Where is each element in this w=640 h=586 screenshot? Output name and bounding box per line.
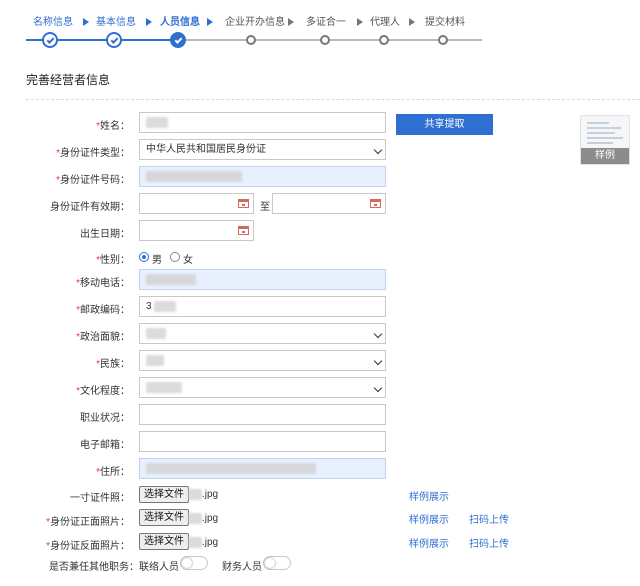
id-validity-end-input[interactable]: [272, 193, 386, 214]
sample-thumbnail[interactable]: 样例: [580, 115, 630, 165]
political-status-label: *政治面貌：: [76, 332, 130, 343]
education-select[interactable]: [139, 377, 386, 398]
liaison-toggle[interactable]: [180, 556, 208, 570]
address-label: *住所：: [96, 467, 130, 478]
step-pending-icon: [320, 35, 330, 45]
id-front-sample-link[interactable]: 样例展示: [409, 511, 449, 526]
step-arrow-icon: [83, 18, 89, 26]
id-front-file-name: .jpg: [188, 513, 218, 524]
id-back-label: *身份证反面照片：: [46, 541, 130, 552]
mobile-input[interactable]: [139, 269, 386, 290]
step-arrow-icon: [207, 18, 213, 26]
photo-1inch-file-name: .jpg: [188, 489, 218, 500]
id-validity-start-input[interactable]: [139, 193, 254, 214]
birth-date-input[interactable]: [139, 220, 254, 241]
id-front-choose-file-button[interactable]: 选择文件: [139, 509, 189, 526]
step-label-agent: 代理人: [370, 17, 400, 28]
birth-date-label: 出生日期：: [80, 229, 130, 240]
share-extract-button[interactable]: 共享提取: [396, 114, 493, 135]
political-status-select[interactable]: [139, 323, 386, 344]
step-arrow-icon: [288, 18, 294, 26]
chevron-down-icon: [373, 356, 383, 366]
ethnicity-label: *民族：: [96, 359, 130, 370]
calendar-icon[interactable]: [370, 199, 381, 208]
step-done-icon: [42, 32, 58, 48]
email-input[interactable]: [139, 431, 386, 452]
id-number-input[interactable]: [139, 166, 386, 187]
step-label-name-info[interactable]: 名称信息: [33, 16, 73, 30]
gender-male-radio[interactable]: [139, 252, 149, 262]
postcode-input[interactable]: 3: [139, 296, 386, 317]
id-number-label: *身份证件号码：: [56, 175, 130, 186]
id-back-file-name: .jpg: [188, 537, 218, 548]
gender-female-label[interactable]: 女: [183, 251, 193, 266]
address-input[interactable]: [139, 458, 386, 479]
id-back-scan-upload-link[interactable]: 扫码上传: [469, 535, 509, 550]
progress-stepper: 名称信息 基本信息 人员信息 企业开办信息 多证合一 代理人 提交材料: [0, 0, 640, 56]
photo-1inch-label: 一寸证件照：: [70, 493, 130, 504]
finance-toggle[interactable]: [263, 556, 291, 570]
id-front-label: *身份证正面照片：: [46, 517, 130, 528]
occupation-label: 职业状况：: [80, 413, 130, 424]
section-title: 完善经营者信息: [26, 73, 111, 87]
id-back-choose-file-button[interactable]: 选择文件: [139, 533, 189, 550]
ethnicity-select[interactable]: [139, 350, 386, 371]
education-label: *文化程度：: [76, 386, 130, 397]
step-label-multi-cert: 多证合一: [306, 17, 346, 28]
step-label-basic-info[interactable]: 基本信息: [96, 16, 136, 30]
step-connector-todo: [178, 39, 482, 41]
sample-caption: 样例: [581, 148, 629, 164]
step-pending-icon: [246, 35, 256, 45]
mobile-label: *移动电话：: [76, 278, 130, 289]
calendar-icon[interactable]: [238, 199, 249, 208]
id-validity-label: 身份证件有效期：: [50, 202, 130, 213]
step-current-icon: [170, 32, 186, 48]
gender-label: *性别：: [96, 255, 130, 266]
step-arrow-icon: [409, 18, 415, 26]
step-label-personnel-info[interactable]: 人员信息: [160, 16, 200, 30]
photo-1inch-sample-link[interactable]: 样例展示: [409, 488, 449, 503]
occupation-input[interactable]: [139, 404, 386, 425]
calendar-icon[interactable]: [238, 226, 249, 235]
step-arrow-icon: [357, 18, 363, 26]
finance-label: 财务人员: [222, 562, 262, 573]
chevron-down-icon: [373, 383, 383, 393]
step-label-company-setup: 企业开办信息: [225, 17, 285, 28]
chevron-down-icon: [373, 145, 383, 155]
postcode-label: *邮政编码：: [76, 305, 130, 316]
date-range-separator: 至: [260, 202, 270, 213]
other-duties-label: 是否兼任其他职务：: [49, 562, 139, 573]
section-divider: [26, 99, 640, 100]
name-label: *姓名：: [96, 121, 130, 132]
id-type-select[interactable]: 中华人民共和国居民身份证: [139, 139, 386, 160]
photo-1inch-choose-file-button[interactable]: 选择文件: [139, 486, 189, 503]
id-type-label: *身份证件类型：: [56, 148, 130, 159]
id-front-scan-upload-link[interactable]: 扫码上传: [469, 511, 509, 526]
gender-female-radio[interactable]: [170, 252, 180, 262]
step-pending-icon: [379, 35, 389, 45]
gender-male-label[interactable]: 男: [152, 251, 162, 266]
id-back-sample-link[interactable]: 样例展示: [409, 535, 449, 550]
liaison-label: 联络人员: [139, 562, 179, 573]
id-type-value: 中华人民共和国居民身份证: [146, 144, 266, 155]
step-done-icon: [106, 32, 122, 48]
name-input[interactable]: [139, 112, 386, 133]
step-pending-icon: [438, 35, 448, 45]
chevron-down-icon: [373, 329, 383, 339]
step-arrow-icon: [146, 18, 152, 26]
step-label-submit-materials: 提交材料: [425, 17, 465, 28]
email-label: 电子邮箱：: [80, 440, 130, 451]
